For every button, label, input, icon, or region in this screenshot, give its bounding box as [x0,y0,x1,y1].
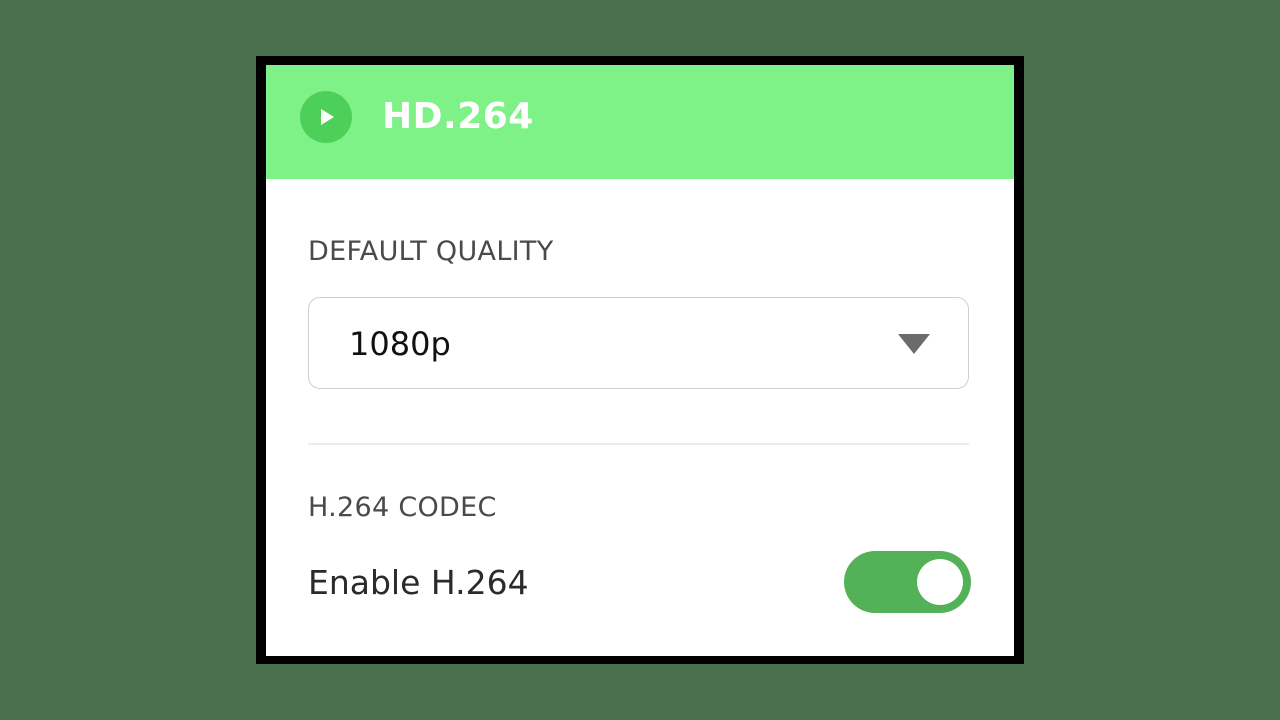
chevron-down-icon [898,334,930,354]
default-quality-label: DEFAULT QUALITY [308,236,554,267]
settings-card: HD.264 DEFAULT QUALITY 1080p H.264 CODEC… [266,65,1014,656]
enable-h264-label: Enable H.264 [308,563,529,602]
settings-panel: HD.264 DEFAULT QUALITY 1080p H.264 CODEC… [256,56,1024,664]
quality-select-value: 1080p [349,325,451,363]
toggle-knob [917,559,963,605]
app-header: HD.264 [266,65,1014,179]
app-title: HD.264 [382,96,534,137]
divider [308,443,969,445]
codec-section-label: H.264 CODEC [308,492,497,523]
enable-h264-toggle[interactable] [844,551,971,613]
quality-select[interactable]: 1080p [308,297,969,389]
play-icon [300,91,352,143]
